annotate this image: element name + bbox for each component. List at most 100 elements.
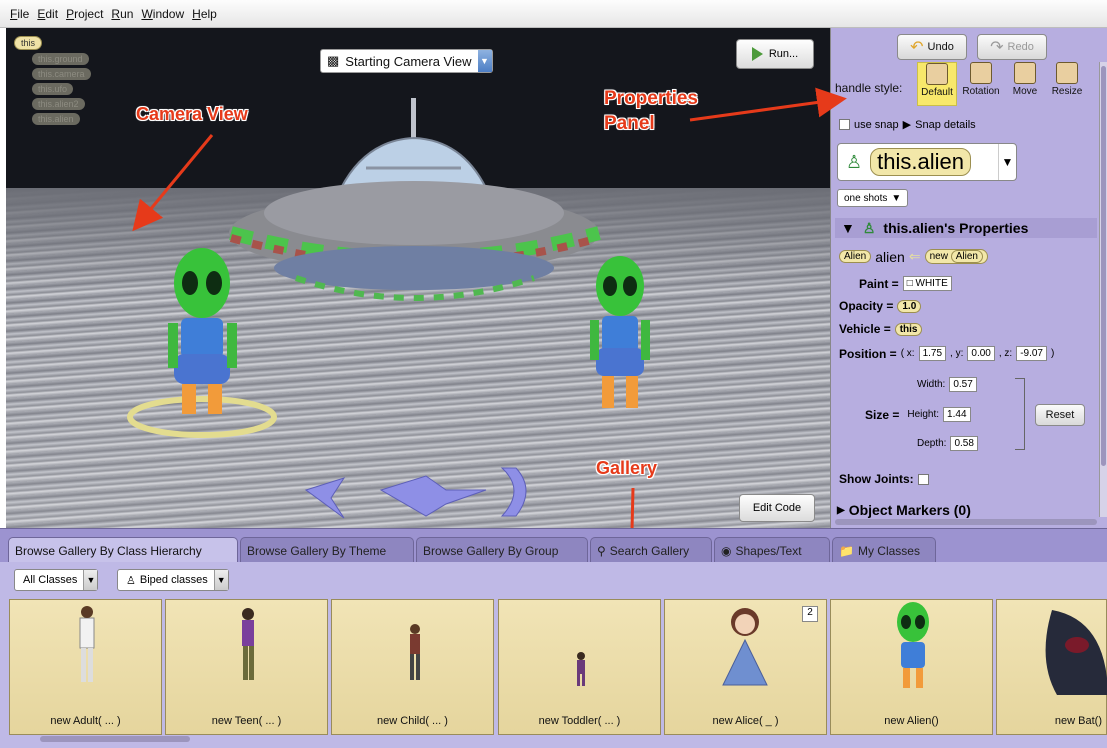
scene-view[interactable]: this this.ground this.camera this.ufo th…	[6, 28, 830, 528]
scene-objects[interactable]	[6, 28, 830, 528]
tree-item[interactable]: this.ufo	[32, 83, 74, 95]
height-field[interactable]: 1.44	[943, 407, 971, 422]
alien-right-model[interactable]	[590, 256, 650, 408]
tab-shapes-text[interactable]: ◉ Shapes/Text	[714, 537, 830, 563]
tree-item[interactable]: this.alien	[32, 113, 80, 125]
chevron-down-icon: ▼	[213, 570, 228, 590]
teen-thumbnail	[242, 608, 254, 680]
camera-nav-controls[interactable]	[304, 467, 527, 519]
tree-item[interactable]: this.ground	[32, 53, 89, 65]
tree-item[interactable]: this.alien2	[32, 98, 85, 110]
gallery-tile-child[interactable]: new Child( ... )	[331, 599, 494, 735]
shapes-icon: ◉	[721, 543, 732, 558]
object-tree: this this.ground this.camera this.ufo th…	[14, 36, 91, 128]
alien-left-model[interactable]	[127, 248, 277, 438]
reset-label: Reset	[1045, 409, 1075, 421]
tab-label: Browse Gallery By Class Hierarchy	[15, 543, 202, 558]
gallery-tile-alien[interactable]: new Alien()	[830, 599, 993, 735]
redo-button[interactable]: ↷ Redo	[977, 34, 1047, 60]
show-joints-checkbox[interactable]	[917, 473, 929, 485]
biped-icon: ♙	[126, 574, 136, 587]
opacity-value[interactable]: 1.0	[897, 299, 922, 313]
use-snap-checkbox[interactable]	[839, 119, 850, 130]
gallery-scrollbar[interactable]	[40, 736, 190, 742]
position-x-field[interactable]: 1.75	[918, 346, 947, 361]
reset-button[interactable]: Reset	[1035, 404, 1085, 426]
tab-label: Search Gallery	[609, 543, 690, 558]
paint-value[interactable]: □ WHITE	[902, 276, 952, 291]
gallery-tile-alice[interactable]: 2 new Alice( _ )	[664, 599, 827, 735]
gallery-tile-adult[interactable]: new Adult( ... )	[9, 599, 162, 735]
menu-project[interactable]: Project	[66, 7, 103, 21]
height-label: Height:	[907, 409, 940, 420]
callout-properties: Properties	[604, 88, 698, 109]
menu-help[interactable]: Help	[192, 7, 217, 21]
scrollbar-thumb[interactable]	[1101, 66, 1106, 466]
var-name: alien	[875, 248, 905, 265]
handle-resize-label: Resize	[1051, 86, 1083, 97]
tab-by-group[interactable]: Browse Gallery By Group	[416, 537, 588, 563]
run-button[interactable]: Run...	[736, 39, 814, 69]
vehicle-value[interactable]: this	[894, 322, 923, 336]
object-markers-row[interactable]: ▶ Object Markers (0)	[837, 502, 971, 518]
camera-view-select[interactable]: ▩ Starting Camera View ▼	[320, 49, 493, 73]
undo-label: Undo	[927, 41, 954, 53]
tab-label: My Classes	[857, 543, 920, 558]
panel-scrollbar[interactable]	[1099, 62, 1107, 517]
camera-icon: ▩	[327, 53, 340, 68]
biped-classes-select[interactable]: ♙ Biped classes ▼	[117, 569, 229, 591]
tree-item[interactable]: this.camera	[32, 68, 91, 80]
properties-panel: ↶ Undo ↷ Redo handle style: Default Rota…	[830, 28, 1107, 528]
edit-code-button[interactable]: Edit Code	[739, 494, 815, 522]
handle-style-resize[interactable]: Resize	[1047, 62, 1087, 97]
opacity-row: Opacity = 1.0	[839, 299, 922, 313]
width-field[interactable]: 0.57	[949, 377, 977, 392]
menu-edit[interactable]: Edit	[37, 7, 58, 21]
gallery-tile-teen[interactable]: new Teen( ... )	[165, 599, 328, 735]
selected-object-select[interactable]: ♙ this.alien ▼	[837, 143, 1017, 181]
handle-default-label: Default	[921, 87, 953, 98]
alien-thumbnail	[897, 602, 929, 688]
bat-thumbnail	[1045, 610, 1107, 695]
position-z-field[interactable]: -9.07	[1016, 346, 1047, 361]
count-badge: 2	[802, 606, 818, 622]
triangle-right-icon[interactable]: ▶	[903, 118, 911, 131]
handle-style-move[interactable]: Move	[1005, 62, 1045, 97]
snap-details-label[interactable]: Snap details	[915, 119, 976, 131]
one-shots-menu[interactable]: one shots ▼	[837, 189, 909, 207]
all-classes-select[interactable]: All Classes ▼	[14, 569, 99, 591]
callout-camera-view: Camera View	[136, 104, 248, 124]
gallery-tile-bat[interactable]: new Bat()	[996, 599, 1107, 735]
menu-run[interactable]: Run	[111, 7, 133, 21]
edit-code-label: Edit Code	[752, 502, 802, 514]
vehicle-label: Vehicle =	[839, 322, 891, 336]
tab-my-classes[interactable]: 📁 My Classes	[832, 537, 936, 563]
menu-window[interactable]: Window	[141, 7, 184, 21]
menu-file[interactable]: File	[10, 7, 29, 21]
handle-default-icon	[926, 63, 948, 85]
tab-label: Shapes/Text	[735, 543, 802, 558]
tab-class-hierarchy[interactable]: Browse Gallery By Class Hierarchy	[8, 537, 238, 563]
depth-field[interactable]: 0.58	[950, 436, 978, 451]
tab-search-gallery[interactable]: ⚲ Search Gallery	[590, 537, 712, 563]
panel-hscrollbar[interactable]	[835, 519, 1097, 525]
handle-rotation-label: Rotation	[962, 86, 1000, 97]
gallery-tile-toddler[interactable]: new Toddler( ... )	[498, 599, 661, 735]
z-label: , z:	[998, 348, 1013, 359]
new-expression: new Alien	[924, 249, 988, 264]
handle-move-label: Move	[1012, 86, 1038, 97]
undo-button[interactable]: ↶ Undo	[897, 34, 967, 60]
tab-label: Browse Gallery By Theme	[247, 543, 387, 558]
tree-root[interactable]: this	[14, 36, 43, 50]
ufo-model[interactable]	[229, 98, 601, 301]
properties-header[interactable]: ▼ ♙ this.alien's Properties	[835, 218, 1097, 238]
handle-style-rotation[interactable]: Rotation	[961, 62, 1001, 97]
biped-classes-label: Biped classes	[139, 574, 208, 586]
tab-by-theme[interactable]: Browse Gallery By Theme	[240, 537, 414, 563]
x-label: ( x:	[900, 348, 915, 359]
triangle-right-icon: ▶	[837, 504, 845, 516]
position-y-field[interactable]: 0.00	[967, 346, 995, 361]
callout-gallery: Gallery	[596, 458, 658, 478]
handle-style-default[interactable]: Default	[917, 62, 957, 106]
close-paren: )	[1051, 348, 1055, 359]
